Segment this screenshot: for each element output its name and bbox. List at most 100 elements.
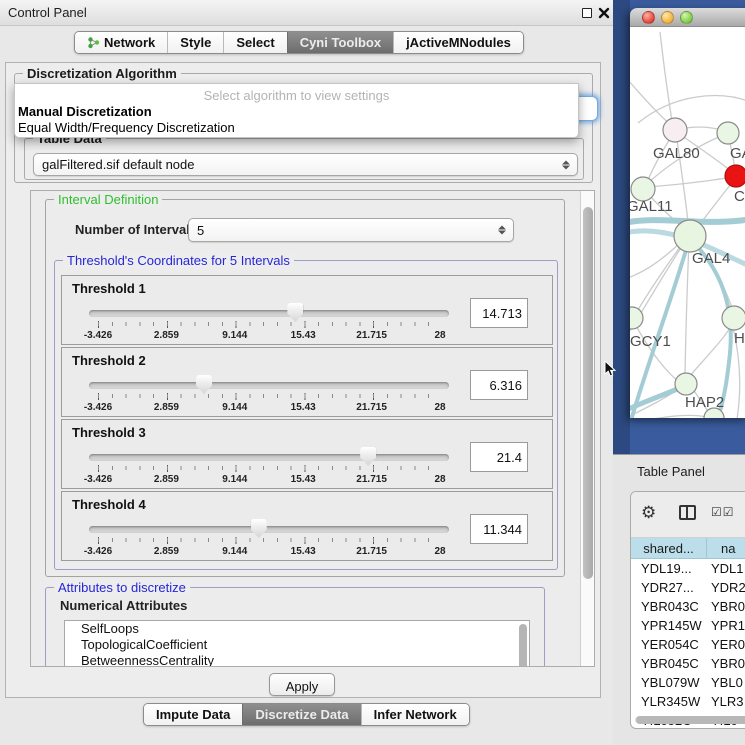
tab-select[interactable]: Select — [223, 32, 286, 53]
table-row[interactable]: YER054CYER0 — [631, 635, 745, 654]
threshold-label: Threshold 4 — [72, 497, 146, 512]
tab-label: Cyni Toolbox — [300, 35, 381, 50]
cell[interactable]: YPR145W — [631, 616, 707, 635]
select-columns-icon[interactable]: ☑☑ — [711, 505, 735, 519]
cell[interactable]: YER0 — [707, 635, 745, 654]
cell[interactable]: YBL079W — [631, 673, 707, 692]
tab-style[interactable]: Style — [167, 32, 223, 53]
threshold-4-row: Threshold 4 -3.4262.8599.14415.4321.7152… — [61, 491, 553, 561]
column-header-name[interactable]: na — [707, 538, 745, 558]
slider-thumb[interactable] — [196, 375, 212, 394]
list-item[interactable]: SelfLoops — [65, 621, 529, 637]
columns-icon[interactable] — [679, 505, 696, 520]
cell[interactable]: YBR0 — [707, 597, 745, 616]
gear-icon[interactable]: ⚙ — [641, 503, 656, 523]
tab-label: Discretize Data — [255, 707, 348, 722]
list-item[interactable]: BetweennessCentrality — [65, 653, 529, 667]
threshold-value-field[interactable]: 6.316 — [470, 370, 528, 400]
list-item[interactable]: TopologicalCoefficient — [65, 637, 529, 653]
tab-discretize-data[interactable]: Discretize Data — [242, 704, 360, 725]
threshold-1-slider[interactable]: -3.4262.8599.14415.4321.71528 — [89, 306, 449, 340]
slider-tick-label: 2.859 — [154, 474, 179, 485]
dropdown-option-equal-width[interactable]: Equal Width/Frequency Discretization — [18, 120, 235, 135]
cell[interactable]: YDR27... — [631, 578, 707, 597]
tab-cyni-toolbox[interactable]: Cyni Toolbox — [287, 32, 393, 53]
slider-thumb[interactable] — [287, 303, 303, 322]
threshold-value-field[interactable]: 21.4 — [470, 442, 528, 472]
slider-track[interactable] — [89, 382, 449, 389]
slider-tick-labels: -3.4262.8599.14415.4321.71528 — [98, 402, 440, 414]
slider-tick-label: -3.426 — [84, 474, 112, 485]
list-scrollbar[interactable] — [519, 624, 527, 667]
threshold-label: Threshold 2 — [72, 353, 146, 368]
tab-jactivemnodules[interactable]: jActiveMNodules — [393, 32, 523, 53]
slider-track[interactable] — [89, 454, 449, 461]
slider-track[interactable] — [89, 526, 449, 533]
scrollbar-thumb[interactable] — [583, 207, 593, 579]
table-row[interactable]: YBL079WYBL0 — [631, 673, 745, 692]
cell[interactable]: YBR043C — [631, 597, 707, 616]
settings-vertical-scrollbar[interactable] — [580, 191, 594, 666]
node-gal80[interactable] — [663, 118, 687, 142]
tab-network[interactable]: Network — [75, 32, 167, 53]
numerical-attributes-list[interactable]: SelfLoops TopologicalCoefficient Between… — [64, 620, 530, 667]
threshold-2-row: Threshold 2 -3.4262.8599.14415.4321.7152… — [61, 347, 553, 417]
cell[interactable]: YDL19... — [631, 559, 707, 578]
cell[interactable]: YBL0 — [707, 673, 745, 692]
node-gal4[interactable] — [674, 220, 706, 252]
num-intervals-label: Number of Intervals — [75, 222, 197, 237]
cell[interactable]: YPR1 — [707, 616, 745, 635]
threshold-value-field[interactable]: 11.344 — [470, 514, 528, 544]
node-top-right[interactable] — [717, 122, 739, 144]
cell[interactable]: YLR345W — [631, 692, 707, 711]
num-intervals-combo[interactable]: 5 — [188, 218, 514, 242]
table-row[interactable]: YBR043CYBR0 — [631, 597, 745, 616]
desktop-edge — [613, 0, 630, 454]
table-horizontal-scrollbar[interactable] — [635, 716, 745, 724]
table-row[interactable]: YLR345WYLR3 — [631, 692, 745, 711]
table-row[interactable]: YBR045CYBR0 — [631, 654, 745, 673]
tab-infer-network[interactable]: Infer Network — [361, 704, 469, 725]
cell[interactable]: YER054C — [631, 635, 707, 654]
column-header-shared-name[interactable]: shared... — [631, 538, 707, 558]
combo-value: 5 — [197, 223, 204, 238]
table-data-combo[interactable]: galFiltered.sif default node — [33, 153, 578, 176]
slider-tick-label: 21.715 — [356, 546, 387, 557]
tab-impute-data[interactable]: Impute Data — [144, 704, 242, 725]
cell[interactable]: YBR0 — [707, 654, 745, 673]
node-h[interactable] — [722, 306, 745, 330]
node-label: GAL11 — [630, 198, 673, 215]
threshold-coordinates-group: Threshold's Coordinates for 5 Intervals … — [54, 260, 558, 570]
float-window-icon[interactable] — [582, 8, 592, 18]
table-row[interactable]: YDL19...YDL1 — [631, 559, 745, 578]
group-title: Attributes to discretize — [54, 580, 190, 595]
node-selected-red[interactable] — [725, 165, 745, 187]
threshold-2-slider[interactable]: -3.4262.8599.14415.4321.71528 — [89, 378, 449, 412]
network-canvas[interactable]: GAL80 GA C GAL11 GAL4 GCY1 H HAP2 — [630, 27, 745, 418]
minimize-traffic-light[interactable] — [661, 11, 674, 24]
node-gcy1[interactable] — [630, 307, 643, 329]
cell[interactable]: YDR2 — [707, 578, 745, 597]
slider-tick-label: 28 — [434, 330, 445, 341]
threshold-3-slider[interactable]: -3.4262.8599.14415.4321.71528 — [89, 450, 449, 484]
apply-button[interactable]: Apply — [269, 673, 335, 696]
zoom-traffic-light[interactable] — [680, 11, 693, 24]
table-row[interactable]: YPR145WYPR1 — [631, 616, 745, 635]
close-traffic-light[interactable] — [642, 11, 655, 24]
close-icon[interactable] — [598, 7, 610, 19]
table-header-row: shared... na — [631, 538, 745, 559]
table-row[interactable]: YDR27...YDR2 — [631, 578, 745, 597]
dropdown-option-manual[interactable]: Manual Discretization — [18, 104, 152, 119]
slider-thumb[interactable] — [360, 447, 376, 466]
slider-track[interactable] — [89, 310, 449, 317]
control-panel: Control Panel Network Style Select Cyni … — [0, 0, 613, 745]
cell[interactable]: YDL1 — [707, 559, 745, 578]
cell[interactable]: YLR3 — [707, 692, 745, 711]
threshold-label: Threshold 1 — [72, 281, 146, 296]
scrollbar-thumb[interactable] — [636, 716, 745, 724]
node-hap2[interactable] — [675, 373, 697, 395]
threshold-value-field[interactable]: 14.713 — [470, 298, 528, 328]
slider-thumb[interactable] — [251, 519, 267, 538]
threshold-4-slider[interactable]: -3.4262.8599.14415.4321.71528 — [89, 522, 449, 556]
cell[interactable]: YBR045C — [631, 654, 707, 673]
